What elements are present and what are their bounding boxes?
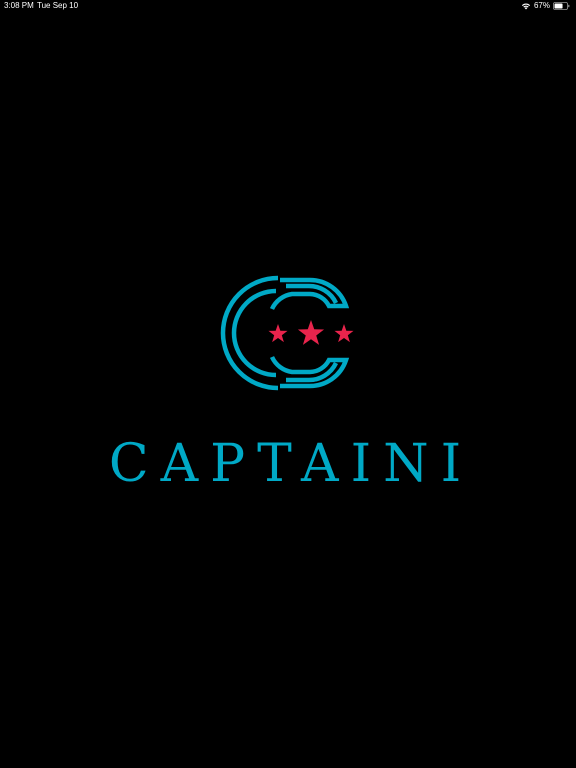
status-bar: 3:08 PM Tue Sep 10 67% <box>0 0 576 14</box>
splash-screen: 3:08 PM Tue Sep 10 67% CAPTAINI <box>0 0 576 768</box>
battery-icon <box>553 2 570 10</box>
brand-name: CAPTAINI <box>108 434 474 494</box>
wifi-icon <box>521 2 531 10</box>
status-indicators: 67% <box>521 1 570 11</box>
captaini-logo-icon <box>216 270 356 396</box>
star-right-icon <box>334 324 354 343</box>
battery-percentage: 67% <box>533 1 550 10</box>
star-left-icon <box>268 324 288 343</box>
star-center-icon <box>297 320 325 345</box>
status-time: 3:08 PM <box>4 1 34 10</box>
status-date: Tue Sep 10 <box>37 1 79 10</box>
